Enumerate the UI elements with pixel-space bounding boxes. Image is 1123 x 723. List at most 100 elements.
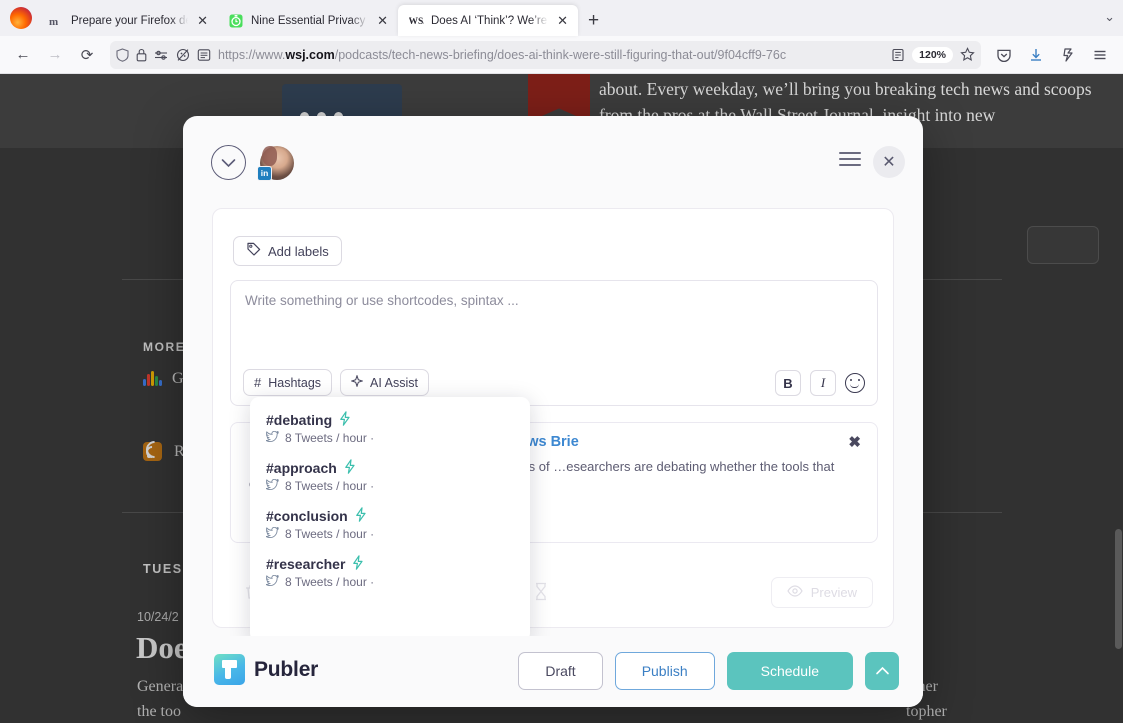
add-labels-label: Add labels <box>268 243 329 259</box>
preview-label: Preview <box>810 585 857 600</box>
lightning-icon <box>352 555 364 572</box>
browser-tab-2[interactable]: Nine Essential Privacy Settings a ✕ <box>218 5 398 36</box>
reader-view-icon[interactable] <box>197 48 211 62</box>
ai-assist-button[interactable]: AI Assist <box>340 369 429 396</box>
hashtag-suggestions-dropdown[interactable]: #debating 8 Tweets / hour · #approach 8 … <box>250 397 530 642</box>
chevron-up-icon[interactable] <box>865 652 899 690</box>
url-prefix: https://www. <box>218 47 286 62</box>
sparkle-icon <box>350 374 364 390</box>
browser-window: m Prepare your Firefox desktop ex ✕ Nine… <box>0 0 1123 723</box>
hashtag-row: #researcher <box>266 555 514 572</box>
hashtag-stats-row: 8 Tweets / hour · <box>264 478 514 493</box>
hashtag-row: #conclusion <box>266 507 514 524</box>
remove-link-preview-icon[interactable]: ✖ <box>848 433 861 451</box>
lock-icon[interactable] <box>136 48 147 62</box>
window-controls[interactable]: ⌄ <box>1104 9 1115 25</box>
reload-button[interactable]: ⟳ <box>72 41 102 69</box>
editor-placeholder: Write something or use shortcodes, spint… <box>245 293 519 308</box>
star-icon[interactable] <box>960 47 975 62</box>
browser-tab-3-active[interactable]: WSJ Does AI ‘Think’? We’re Still Figu ✕ <box>398 5 578 36</box>
italic-button[interactable]: I <box>810 370 836 396</box>
twitter-icon <box>264 574 279 589</box>
firefox-logo-icon <box>10 7 32 29</box>
emoji-icon[interactable] <box>845 373 865 393</box>
new-tab-button[interactable]: + <box>578 11 609 36</box>
formatting-tools: B I <box>775 370 865 396</box>
modal-footer: Publer Draft Publish Schedule <box>183 636 923 707</box>
shield-clock-icon <box>228 13 244 29</box>
hashtag-label: #approach <box>266 459 337 476</box>
hashtag-stats-label: 8 Tweets / hour · <box>285 527 375 541</box>
twitter-icon <box>264 478 279 493</box>
hashtag-stats-label: 8 Tweets / hour · <box>285 479 375 493</box>
hashtag-label: #conclusion <box>266 507 348 524</box>
hamburger-menu-icon[interactable] <box>839 152 861 166</box>
hashtag-label: #debating <box>266 411 333 428</box>
footer-actions: Draft Publish Schedule <box>518 652 899 690</box>
publish-button[interactable]: Publish <box>614 652 715 690</box>
avatar[interactable]: in <box>257 146 294 181</box>
svg-text:m: m <box>49 16 58 28</box>
hashtags-label: Hashtags <box>268 375 322 390</box>
account-icon[interactable] <box>1053 41 1083 69</box>
url-path: /podcasts/tech-news-briefing/does-ai-thi… <box>334 47 787 62</box>
ribbon-decoration <box>528 74 590 122</box>
hashtag-stats-label: 8 Tweets / hour · <box>285 431 375 445</box>
tab-close-icon[interactable]: ✕ <box>375 12 390 29</box>
url-domain: wsj.com <box>285 47 335 62</box>
menu-icon[interactable] <box>1085 41 1115 69</box>
hash-icon: # <box>254 375 262 390</box>
hourglass-icon[interactable] <box>533 582 549 607</box>
tab-title: Nine Essential Privacy Settings a <box>251 14 368 27</box>
list-item[interactable]: #researcher 8 Tweets / hour · <box>250 541 530 589</box>
publer-logo: Publer <box>214 654 318 685</box>
navigation-toolbar: ← → ⟳ https://www.wsj.com/podcasts/tech-… <box>0 36 1123 74</box>
wsj-icon: WSJ <box>408 13 424 29</box>
hashtag-stats-row: 8 Tweets / hour · <box>264 574 514 589</box>
preview-button[interactable]: Preview <box>770 577 873 608</box>
browser-tab-1[interactable]: m Prepare your Firefox desktop ex ✕ <box>38 5 218 36</box>
url-text: https://www.wsj.com/podcasts/tech-news-b… <box>218 48 884 62</box>
schedule-button[interactable]: Schedule <box>726 652 853 690</box>
hashtag-stats-row: 8 Tweets / hour · <box>264 526 514 541</box>
downloads-icon[interactable] <box>1021 41 1051 69</box>
cookie-blocked-icon[interactable] <box>176 48 190 62</box>
tracking-protection-icon[interactable] <box>154 48 169 62</box>
lightning-icon <box>355 507 367 524</box>
tag-icon <box>246 242 261 260</box>
hashtag-stats-label: 8 Tweets / hour · <box>285 575 375 589</box>
hashtags-button[interactable]: # Hashtags <box>243 369 333 396</box>
bold-button[interactable]: B <box>775 370 801 396</box>
post-composer-modal: in ✕ Add labels Write something or use s… <box>183 116 923 707</box>
tab-title: Does AI ‘Think’? We’re Still Figu <box>431 14 548 27</box>
add-labels-button[interactable]: Add labels <box>233 236 342 266</box>
lightning-icon <box>344 459 356 476</box>
twitter-icon <box>264 526 279 541</box>
eye-icon <box>787 585 803 600</box>
address-bar[interactable]: https://www.wsj.com/podcasts/tech-news-b… <box>110 40 981 69</box>
pocket-icon[interactable] <box>989 41 1019 69</box>
list-item[interactable]: #approach 8 Tweets / hour · <box>250 445 530 493</box>
shield-icon[interactable] <box>116 47 129 62</box>
mozilla-icon: m <box>48 13 64 29</box>
svg-text:WSJ: WSJ <box>409 17 424 27</box>
list-item[interactable]: #conclusion 8 Tweets / hour · <box>250 493 530 541</box>
zoom-level-badge[interactable]: 120% <box>912 46 953 63</box>
hashtag-row: #approach <box>266 459 514 476</box>
tab-close-icon[interactable]: ✕ <box>555 12 570 29</box>
tab-close-icon[interactable]: ✕ <box>195 12 210 29</box>
publer-logo-icon <box>214 654 245 685</box>
hashtag-label: #researcher <box>266 555 346 572</box>
back-button[interactable]: ← <box>8 41 38 69</box>
draft-button[interactable]: Draft <box>518 652 603 690</box>
twitter-icon <box>264 430 279 445</box>
close-icon[interactable]: ✕ <box>873 146 905 178</box>
ai-assist-label: AI Assist <box>370 375 418 390</box>
modal-header: in ✕ <box>183 116 923 198</box>
editor-tools: # Hashtags AI Assist <box>243 369 429 396</box>
forward-button[interactable]: → <box>40 41 70 69</box>
list-item[interactable]: #debating 8 Tweets / hour · <box>250 397 530 445</box>
post-text-editor[interactable]: Write something or use shortcodes, spint… <box>230 280 878 406</box>
chevron-down-icon[interactable] <box>211 145 246 180</box>
reader-mode-toggle-icon[interactable] <box>891 48 905 62</box>
